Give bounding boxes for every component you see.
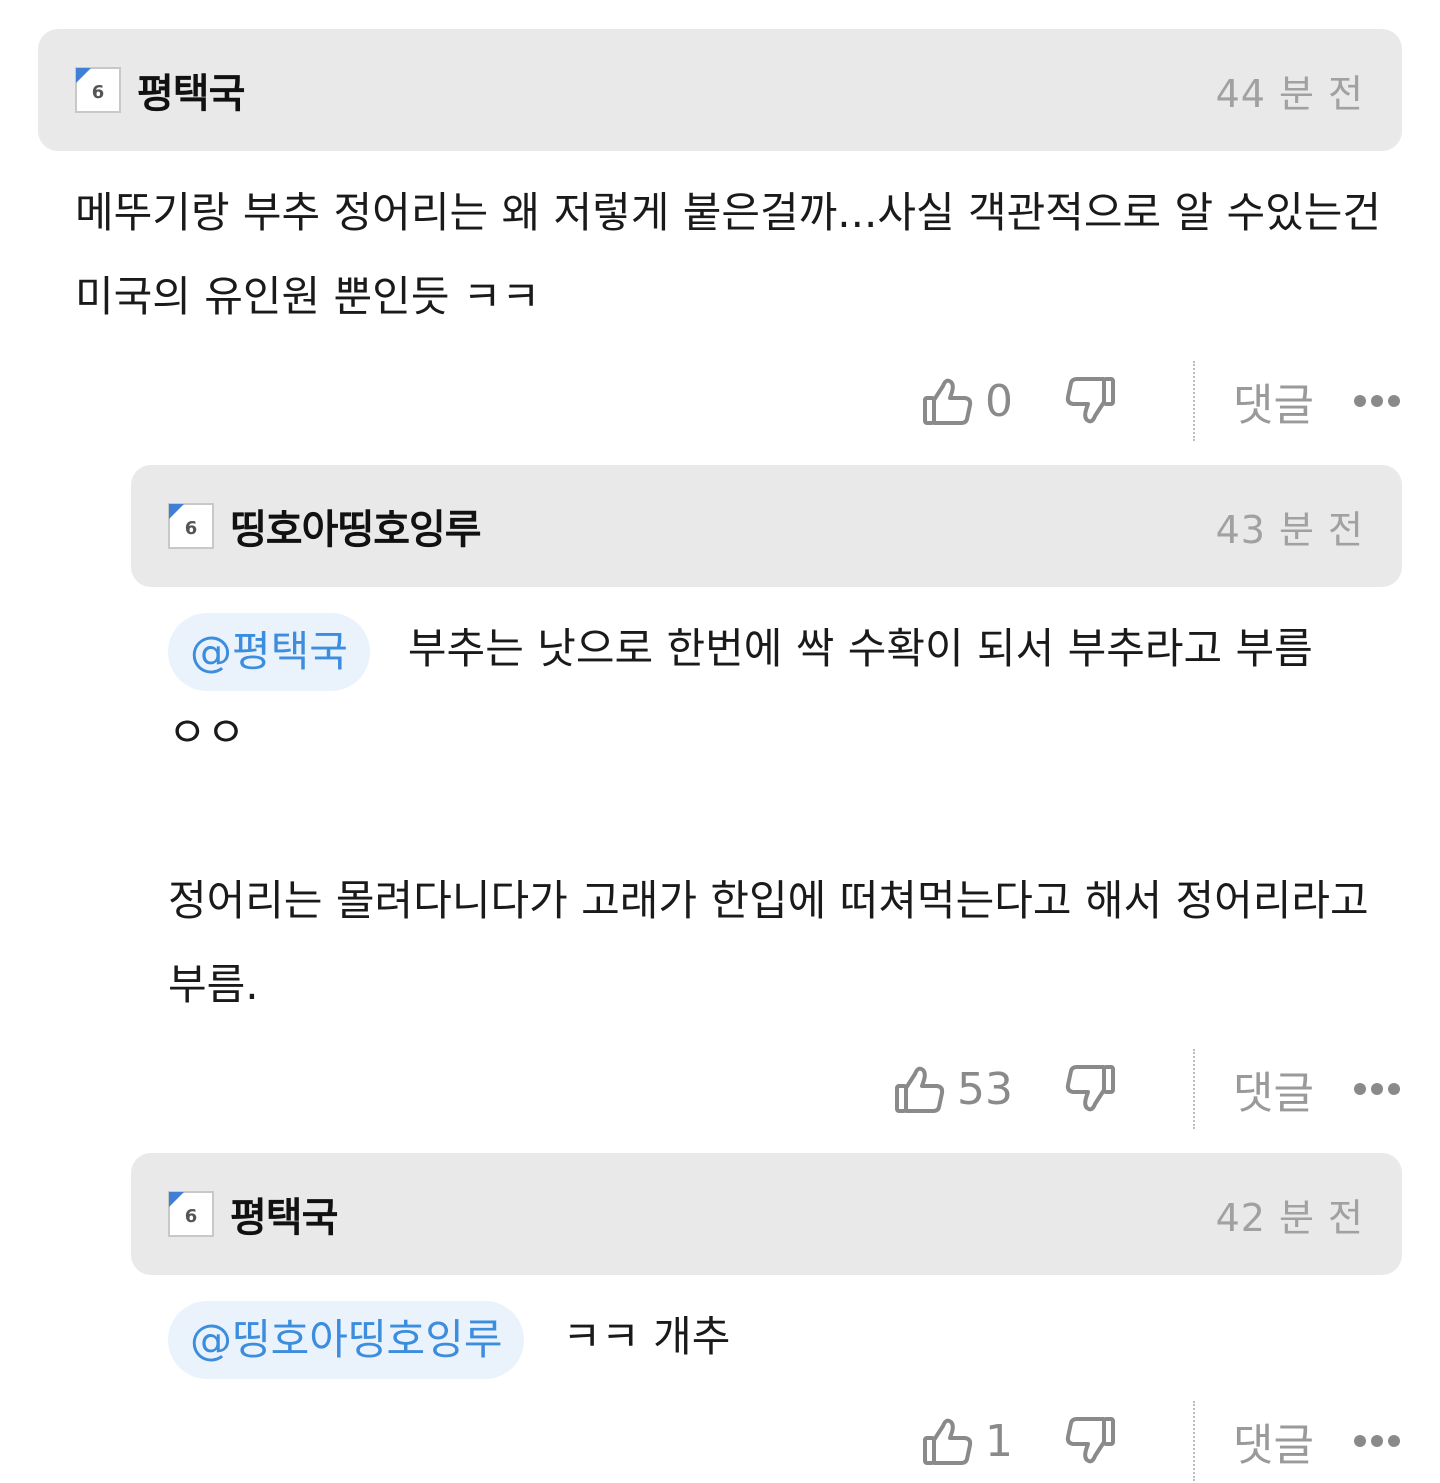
thumbs-down-icon [1065,1065,1116,1112]
comment-time: 44 분 전 [1215,71,1364,116]
more-dots-icon[interactable] [1354,1083,1400,1095]
comment-time: 42 분 전 [1215,1195,1364,1240]
like-count: 1 [985,1415,1014,1467]
thumbs-down-icon [1065,1417,1116,1464]
comment-actions: 53 댓글 [131,1047,1402,1131]
comment-text: @평택국 부추는 낫으로 한번에 싹 수확이 되서 부추라고 부름 ㅇㅇ [168,607,1392,775]
thumbs-up-icon [895,1066,945,1113]
comment-body: @평택국 부추는 낫으로 한번에 싹 수확이 되서 부추라고 부름 ㅇㅇ 정어리는… [131,587,1402,1027]
comment-actions: 0 댓글 [38,359,1402,443]
comment-actions: 1 댓글 [131,1399,1402,1483]
author-nickname[interactable]: 평택국 [137,61,245,119]
comment-header: 6 띵호아띵호잉루 43 분 전 [131,465,1402,587]
level-badge-icon: 6 [168,503,214,549]
action-divider [1193,1401,1196,1481]
mention-tag[interactable]: @평택국 [168,612,370,691]
more-dots-icon[interactable] [1354,1435,1400,1447]
reply-button[interactable]: 댓글 [1233,1409,1314,1473]
reply-comment: 6 띵호아띵호잉루 43 분 전 @평택국 부추는 낫으로 한번에 싹 수확이 되… [131,465,1402,1131]
more-dots-icon[interactable] [1354,395,1400,407]
reply-button[interactable]: 댓글 [1233,369,1314,433]
comment: 6 평택국 44 분 전 메뚜기랑 부추 정어리는 왜 저렇게 붙은걸까...사… [38,29,1402,443]
level-badge-text: 6 [185,1206,198,1227]
level-badge-icon: 6 [168,1191,214,1237]
author-nickname[interactable]: 평택국 [230,1185,338,1243]
thumbs-down-icon [1065,377,1116,424]
like-count: 53 [957,1063,1014,1115]
dislike-button[interactable] [1063,1062,1117,1116]
dislike-button[interactable] [1063,374,1117,428]
comment-body: @띵호아띵호잉루 ㅋㅋ 개추 [131,1275,1402,1379]
like-count: 0 [985,375,1014,427]
action-divider [1193,1049,1196,1129]
thumbs-up-icon [923,1418,973,1465]
action-divider [1193,361,1196,441]
like-button[interactable]: 53 [893,1062,1013,1116]
mention-tag[interactable]: @띵호아띵호잉루 [168,1300,525,1379]
level-badge-text: 6 [92,82,105,103]
author-nickname[interactable]: 띵호아띵호잉루 [230,497,482,555]
comment-header: 6 평택국 42 분 전 [131,1153,1402,1275]
reply-comment: 6 평택국 42 분 전 @띵호아띵호잉루 ㅋㅋ 개추 1 댓글 [131,1153,1402,1483]
comment-time: 43 분 전 [1215,507,1364,552]
comment-text: @띵호아띵호잉루 ㅋㅋ 개추 [168,1295,1392,1379]
thumbs-up-icon [923,378,973,425]
dislike-button[interactable] [1063,1414,1117,1468]
like-button[interactable]: 1 [921,1414,1013,1468]
comment-body: 메뚜기랑 부추 정어리는 왜 저렇게 붙은걸까...사실 객관적으로 알 수있는… [38,151,1402,339]
like-button[interactable]: 0 [921,374,1013,428]
comment-text: 메뚜기랑 부추 정어리는 왜 저렇게 붙은걸까...사실 객관적으로 알 수있는… [75,188,1382,321]
comment-text: 정어리는 몰려다니다가 고래가 한입에 떠쳐먹는다고 해서 정어리라고 부름. [168,876,1369,1009]
comment-header: 6 평택국 44 분 전 [38,29,1402,151]
comment-text-line: ㅋㅋ 개추 [562,1312,731,1361]
level-badge-icon: 6 [75,67,121,113]
reply-button[interactable]: 댓글 [1233,1057,1314,1121]
level-badge-text: 6 [185,518,198,539]
